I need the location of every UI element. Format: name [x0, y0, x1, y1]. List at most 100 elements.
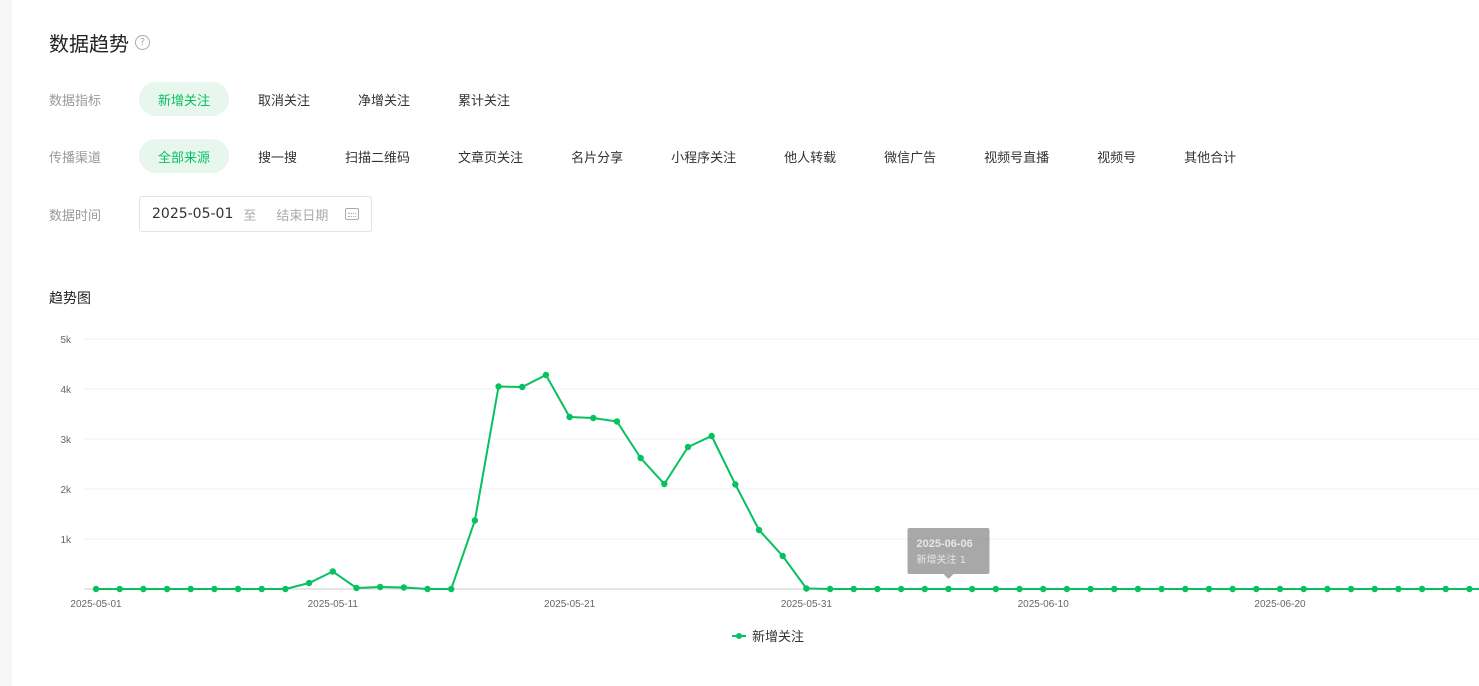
data-point [1158, 585, 1165, 593]
x-tick-label: 2025-06-20 [1254, 599, 1306, 610]
data-point [1347, 585, 1355, 593]
y-tick-label: 4k [60, 385, 72, 396]
data-point [282, 585, 289, 593]
data-point [708, 432, 715, 440]
data-point [1253, 585, 1260, 593]
metric-option-unfollow[interactable]: 取消关注 [239, 82, 329, 116]
data-point [1205, 585, 1213, 593]
date-end-input[interactable]: 结束日期 [276, 205, 345, 224]
date-separator: 至 [243, 208, 257, 224]
data-point [258, 585, 265, 593]
channel-option-all[interactable]: 全部来源 [139, 139, 230, 173]
data-point [329, 568, 336, 575]
data-point [968, 585, 976, 593]
data-point [874, 585, 881, 593]
trend-chart[interactable]: 1k 2k 3k 4k 5k 2025-05-01 2025-05-11 2025-05-21… [0, 320, 1479, 620]
tooltip-box [907, 528, 990, 574]
y-tick-label: 1k [60, 535, 72, 546]
metric-option-net-follow[interactable]: 净增关注 [339, 82, 429, 116]
data-point [163, 585, 171, 593]
data-point [684, 443, 692, 451]
x-tick-label: 2025-05-31 [781, 599, 833, 610]
data-point [116, 585, 123, 593]
calendar-icon[interactable] [345, 208, 359, 220]
data-point [1371, 585, 1378, 593]
data-point [495, 383, 502, 390]
y-tick-label: 5k [60, 335, 72, 346]
data-point [779, 552, 786, 560]
data-point [353, 584, 360, 592]
metric-filter-label: 数据指标 [49, 93, 102, 109]
channel-filter-row: 传播渠道 全部来源 搜一搜 扫描二维码 文章页关注 名片分享 小程序关注 他人转… [49, 139, 1255, 173]
y-tick-label: 2k [60, 485, 72, 496]
data-point [755, 526, 763, 534]
data-point [850, 585, 857, 593]
channel-option-channels-live[interactable]: 视频号直播 [965, 139, 1068, 173]
data-point [234, 585, 242, 593]
data-point [187, 585, 194, 593]
data-point [1466, 585, 1473, 593]
legend-label: 新增关注 [752, 630, 805, 645]
channel-option-qrcode[interactable]: 扫描二维码 [326, 139, 429, 173]
data-point [1418, 585, 1426, 593]
data-point [542, 371, 550, 379]
data-point [519, 383, 526, 391]
channel-option-search[interactable]: 搜一搜 [239, 139, 316, 173]
metric-option-total-follow[interactable]: 累计关注 [439, 82, 529, 116]
date-range-picker[interactable]: 2025-05-01 至 结束日期 [139, 196, 372, 232]
chart-legend[interactable]: 新增关注 [732, 626, 804, 645]
data-point [803, 585, 810, 592]
tooltip-arrow [943, 574, 954, 579]
metric-filter-row: 数据指标 新增关注 取消关注 净增关注 累计关注 [49, 82, 529, 116]
data-point [376, 583, 384, 591]
data-point [661, 480, 668, 488]
data-point [1324, 585, 1331, 593]
data-point [921, 585, 928, 593]
data-point [1229, 585, 1236, 593]
data-point [637, 454, 644, 462]
x-tick-label: 2025-05-01 [70, 599, 122, 610]
data-point [1276, 585, 1284, 593]
data-point [305, 579, 313, 587]
data-point [92, 585, 100, 593]
legend-line-icon [732, 631, 746, 641]
date-filter-row: 数据时间 2025-05-01 至 结束日期 [49, 196, 372, 232]
metric-option-new-follow[interactable]: 新增关注 [139, 82, 230, 116]
data-point [826, 585, 834, 593]
data-point [566, 413, 573, 421]
data-point [1063, 585, 1071, 593]
series-line [96, 373, 1479, 590]
data-point [1087, 585, 1094, 593]
channel-filter-label: 传播渠道 [49, 150, 102, 166]
channel-option-channels[interactable]: 视频号 [1078, 139, 1155, 173]
channel-option-article[interactable]: 文章页关注 [439, 139, 542, 173]
channel-option-wechat-ads[interactable]: 微信广告 [865, 139, 955, 173]
x-tick-label: 2025-05-11 [308, 599, 359, 610]
page-title-text: 数据趋势 [49, 32, 129, 56]
data-point [424, 585, 431, 593]
question-circle-icon[interactable]: ? [135, 35, 150, 50]
date-start-input[interactable]: 2025-05-01 [152, 206, 233, 222]
data-point [400, 584, 408, 591]
data-point [897, 585, 905, 593]
data-point [1134, 585, 1142, 593]
tooltip-date: 2025-06-06 [916, 538, 972, 550]
data-point [945, 585, 952, 593]
data-point [1442, 585, 1449, 593]
data-point [1300, 585, 1307, 593]
data-point [613, 418, 621, 425]
channel-option-repost[interactable]: 他人转载 [765, 139, 855, 173]
tooltip-value: 新增关注 1 [916, 553, 966, 566]
x-tick-label: 2025-06-10 [1018, 599, 1070, 610]
data-point [992, 585, 1000, 593]
data-point [1111, 585, 1118, 593]
data-point [1182, 585, 1189, 593]
data-point [140, 585, 147, 593]
data-point [590, 414, 597, 422]
channel-option-mini-program[interactable]: 小程序关注 [652, 139, 755, 173]
data-point [732, 481, 739, 488]
data-point [211, 585, 218, 593]
channel-option-card-share[interactable]: 名片分享 [552, 139, 642, 173]
channel-option-other[interactable]: 其他合计 [1165, 139, 1255, 173]
page-title: 数据趋势 ? [49, 28, 150, 57]
